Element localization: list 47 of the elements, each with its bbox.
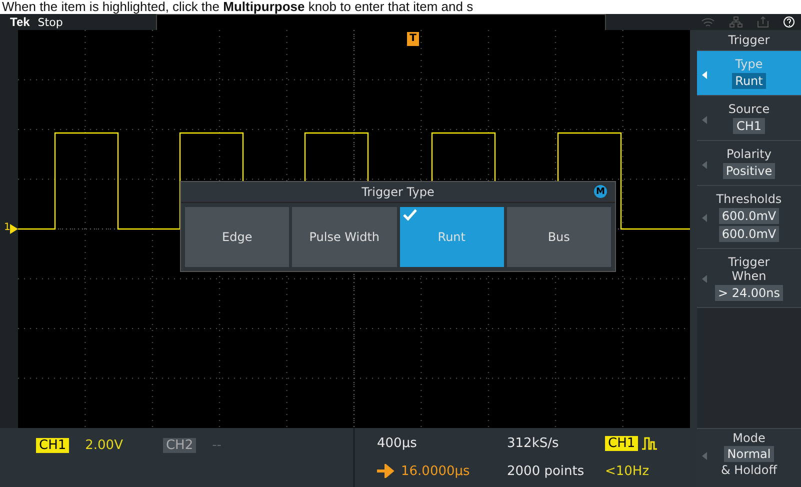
menu-item-label: Thresholds bbox=[716, 192, 782, 206]
trigger-marker: T bbox=[407, 32, 419, 46]
record-length: 2000 points bbox=[507, 464, 586, 479]
horizontal-position: 16.0000µs bbox=[401, 464, 470, 479]
menu-item-value: 600.0mV bbox=[718, 226, 780, 242]
channel-marker: 1 bbox=[4, 222, 10, 233]
menu-item-value: 600.0mV bbox=[718, 208, 780, 224]
menu-item-label: Polarity bbox=[726, 147, 772, 161]
trigger-type-option[interactable]: Bus bbox=[506, 207, 611, 267]
vertical-scale: 2.00V bbox=[85, 438, 123, 453]
menu-item-label: & Holdoff bbox=[720, 463, 778, 477]
menu-item-label: Type bbox=[735, 57, 763, 71]
side-menu-item[interactable]: Type Runt bbox=[697, 50, 801, 95]
menu-item-label: Mode bbox=[732, 431, 766, 445]
dialog-title: Trigger Type bbox=[362, 185, 434, 199]
menu-item-value: Positive bbox=[722, 163, 776, 179]
arrow-icon bbox=[377, 464, 397, 478]
menu-item-value: CH1 bbox=[733, 118, 765, 134]
menu-item-value: > 24.00ns bbox=[714, 285, 784, 301]
trigger-frequency: <10Hz bbox=[605, 464, 650, 479]
caret-icon bbox=[702, 275, 707, 284]
acquisition-status: Stop bbox=[38, 16, 64, 28]
checkmark-icon bbox=[402, 209, 416, 221]
caret-icon bbox=[702, 116, 707, 124]
multipurpose-badge: M bbox=[594, 185, 607, 198]
help-icon[interactable] bbox=[783, 16, 795, 28]
menu-title: Trigger bbox=[727, 32, 771, 49]
trigger-source-badge: CH1 bbox=[605, 436, 638, 452]
caret-icon bbox=[702, 452, 707, 460]
export-icon[interactable] bbox=[757, 16, 769, 28]
caret-icon bbox=[702, 214, 707, 222]
logo: Tek bbox=[10, 15, 30, 29]
network-icon[interactable] bbox=[729, 16, 743, 28]
trigger-type-option[interactable]: Pulse Width bbox=[292, 207, 396, 267]
menu-item-value: Runt bbox=[732, 73, 766, 89]
caret-icon bbox=[702, 70, 707, 79]
menu-item-label: Trigger When bbox=[727, 255, 771, 283]
wifi-icon[interactable] bbox=[701, 16, 715, 28]
caret-icon bbox=[702, 160, 707, 169]
menu-item-value: Normal bbox=[724, 446, 774, 462]
menu-item-label: Source bbox=[728, 102, 770, 116]
trigger-type-option[interactable]: Edge bbox=[185, 207, 290, 267]
instruction-text: When the item is highlighted, click the Multipurpose knob to enter that item and s bbox=[1, 0, 474, 14]
horizontal-scale: 400µs bbox=[377, 436, 418, 452]
vertical-scale: -- bbox=[212, 438, 222, 453]
channel-badge[interactable]: CH1 bbox=[36, 438, 70, 453]
sample-rate: 312kS/s bbox=[507, 436, 560, 452]
